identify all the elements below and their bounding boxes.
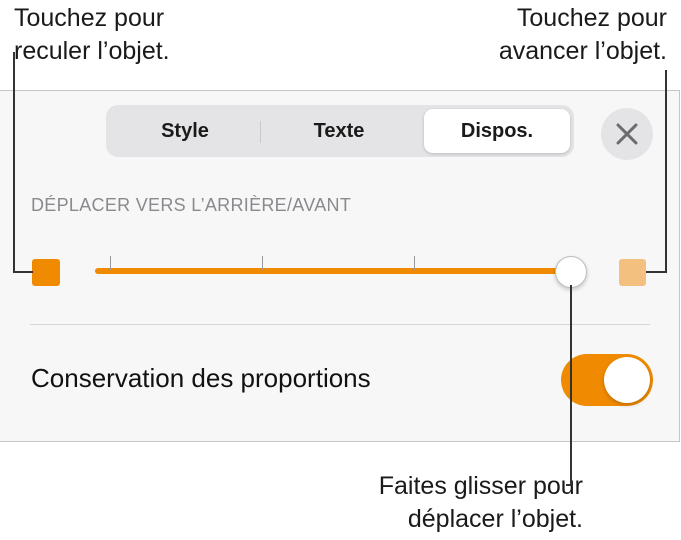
leader-line-bottom-h xyxy=(566,484,572,486)
proportions-toggle[interactable] xyxy=(561,354,653,406)
slider-tick xyxy=(110,256,111,270)
leader-line-right xyxy=(665,70,667,272)
close-button[interactable] xyxy=(601,108,653,160)
tab-style[interactable]: Style xyxy=(110,109,260,153)
callout-left-line1: Touchez pour xyxy=(14,4,165,32)
slider-tick xyxy=(414,256,415,270)
callout-move-backward: Touchez pour reculer l’objet. xyxy=(14,2,170,68)
callout-move-forward: Touchez pour avancer l’objet. xyxy=(499,2,667,68)
callout-right-line2: avancer l’objet. xyxy=(498,37,667,65)
callout-bottom-line2: déplacer l’objet. xyxy=(407,505,583,533)
callout-left-line2: reculer l’objet. xyxy=(14,37,170,65)
slider-tick xyxy=(262,256,263,270)
section-label: DÉPLACER VERS L’ARRIÈRE/AVANT xyxy=(31,195,352,215)
slider-thumb[interactable] xyxy=(555,256,588,288)
move-forward-icon[interactable] xyxy=(619,259,646,286)
slider-fill xyxy=(95,268,571,274)
tab-segmented-control: Style Texte Dispos. xyxy=(106,105,574,157)
tab-texte[interactable]: Texte xyxy=(264,109,414,153)
tab-dispos[interactable]: Dispos. xyxy=(424,109,570,153)
proportions-label: Conservation des proportions xyxy=(31,363,371,393)
close-icon xyxy=(616,123,638,145)
format-panel: Style Texte Dispos. DÉPLACER VERS L’ARRI… xyxy=(0,90,680,442)
callout-bottom-line1: Faites glisser pour xyxy=(378,472,583,500)
callout-drag-slider: Faites glisser pour déplacer l’objet. xyxy=(379,470,583,536)
leader-line-left xyxy=(13,52,15,272)
leader-line-left-h xyxy=(13,271,33,273)
callout-right-line1: Touchez pour xyxy=(516,4,667,32)
tab-divider xyxy=(260,121,261,143)
leader-line-right-h xyxy=(646,271,667,273)
toggle-knob xyxy=(604,357,650,403)
leader-line-bottom xyxy=(570,285,572,485)
move-backward-icon[interactable] xyxy=(32,259,60,286)
row-divider xyxy=(30,324,650,325)
